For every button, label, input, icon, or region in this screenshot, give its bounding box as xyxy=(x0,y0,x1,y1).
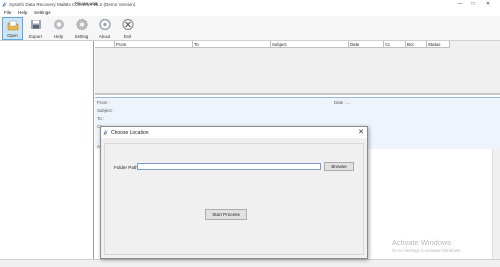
mail-list-header: From To Subject Date Cc Bcc Status xyxy=(95,41,450,48)
column-cc[interactable]: Cc xyxy=(384,41,406,48)
close-button[interactable]: ✕ xyxy=(483,1,493,8)
choose-location-dialog: Choose Location ✕ Folder Path: Browse St… xyxy=(100,126,368,259)
exit-label: Exit xyxy=(123,34,132,39)
save-disk-icon xyxy=(30,20,41,29)
menu-settings[interactable]: Settings xyxy=(34,10,51,15)
about-label: About xyxy=(98,34,111,39)
activation-watermark-hint: Go to Settings to activate Windows. xyxy=(392,248,462,253)
menu-file[interactable]: File xyxy=(4,10,11,15)
toolbar: Open Export Help Setting About Exit xyxy=(0,16,500,41)
column-date[interactable]: Date xyxy=(349,41,384,48)
setting-label: Setting xyxy=(74,34,89,39)
column-checkbox[interactable] xyxy=(95,41,115,48)
status-bar xyxy=(0,259,500,267)
column-bcc[interactable]: Bcc xyxy=(406,41,427,48)
folder-tree-panel[interactable] xyxy=(0,41,94,259)
column-from[interactable]: From xyxy=(115,41,193,48)
menu-bar xyxy=(0,9,500,16)
detail-from: From : xyxy=(97,100,110,105)
export-button[interactable]: Export xyxy=(25,17,46,40)
detail-to: To : xyxy=(97,116,105,121)
mail-list[interactable] xyxy=(95,41,500,95)
open-label: Open xyxy=(7,33,18,38)
status-text: Please wait xyxy=(75,1,98,6)
exit-icon xyxy=(122,19,133,30)
open-button[interactable]: Open xyxy=(2,17,23,40)
about-icon xyxy=(98,18,111,31)
dialog-close-icon[interactable]: ✕ xyxy=(356,128,366,137)
about-button[interactable]: About xyxy=(94,17,115,40)
setting-button[interactable]: Setting xyxy=(71,17,92,40)
folder-path-label: Folder Path: xyxy=(114,165,140,170)
dialog-app-icon xyxy=(103,130,108,135)
app-logo-icon xyxy=(2,2,7,7)
column-status[interactable]: Status xyxy=(427,41,450,48)
help-label: Help xyxy=(53,34,64,39)
exit-button[interactable]: Exit xyxy=(117,17,138,40)
gear-icon xyxy=(76,19,87,30)
detail-date: Date : ... xyxy=(334,100,351,105)
dialog-title: Choose Location xyxy=(111,130,149,136)
folder-path-input[interactable] xyxy=(137,163,321,170)
maximize-button[interactable]: □ xyxy=(468,1,478,8)
help-button[interactable]: Help xyxy=(48,17,69,40)
export-label: Export xyxy=(29,34,42,39)
detail-subject: Subject : xyxy=(97,108,115,113)
menu-help[interactable]: Help xyxy=(18,10,27,15)
column-to[interactable]: To xyxy=(193,41,271,48)
vertical-scrollbar[interactable] xyxy=(492,149,500,259)
help-icon xyxy=(53,19,64,30)
column-subject[interactable]: Subject xyxy=(271,41,349,48)
open-folder-icon xyxy=(7,20,18,31)
activation-watermark-title: Activate Windows xyxy=(392,238,452,247)
start-process-button[interactable]: Start Process xyxy=(205,209,247,220)
window-title: Sysinfo Data Recovery MailBx Converter v… xyxy=(9,2,136,7)
minimize-button[interactable]: — xyxy=(455,1,465,8)
browse-button[interactable]: Browse xyxy=(324,162,354,171)
dialog-content-frame xyxy=(104,143,364,255)
